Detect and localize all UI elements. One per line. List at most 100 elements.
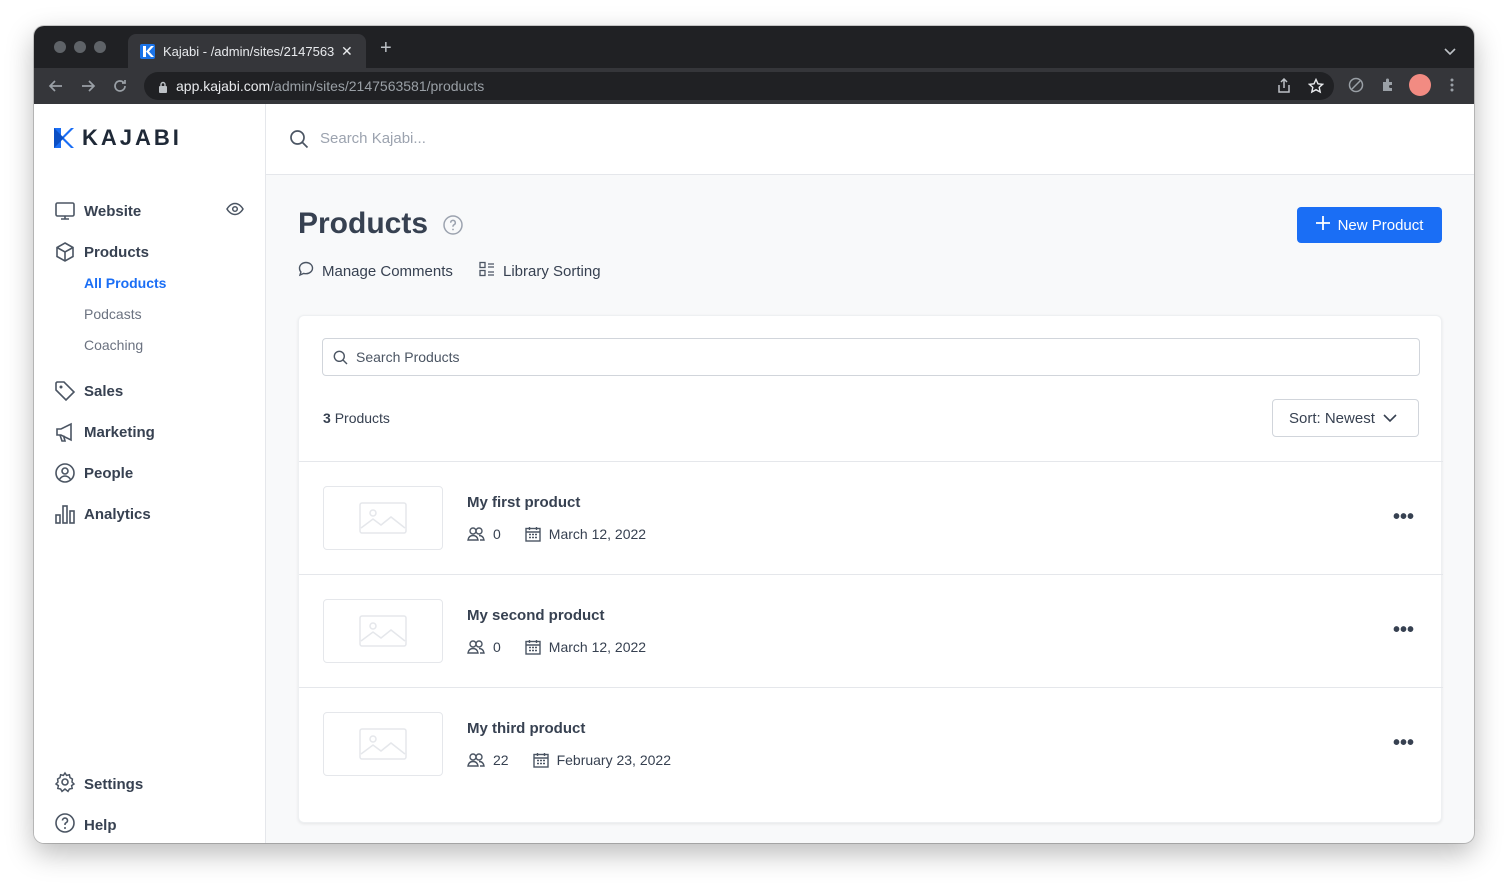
main-content: Search Kajabi... Products New Product Ma…	[266, 104, 1474, 843]
preview-eye-icon[interactable]	[226, 202, 244, 221]
product-title[interactable]: My first product	[467, 494, 580, 511]
users-icon	[467, 640, 485, 654]
users-icon	[467, 753, 485, 767]
sidebar-item-products[interactable]: Products	[54, 241, 149, 263]
tab-search-chevron-icon[interactable]	[1444, 43, 1456, 61]
browser-tab[interactable]: Kajabi - /admin/sites/2147563581 ✕	[128, 34, 366, 68]
profile-avatar[interactable]	[1409, 74, 1431, 96]
tag-icon	[54, 380, 76, 402]
sidebar-subitem-coaching[interactable]: Coaching	[84, 337, 143, 353]
search-icon	[289, 129, 309, 154]
product-count-number: 3	[323, 410, 331, 426]
browser-menu-icon[interactable]	[1450, 77, 1454, 98]
sort-label: Sort: Newest	[1289, 409, 1375, 427]
sidebar-subitem-podcasts[interactable]: Podcasts	[84, 306, 142, 322]
sidebar-item-marketing[interactable]: Marketing	[54, 421, 155, 443]
kajabi-app: KAJABI Website Products All Products Pod…	[34, 104, 1474, 843]
sidebar-item-label: People	[84, 464, 134, 482]
sidebar-item-label: Products	[84, 243, 150, 261]
sidebar-item-sales[interactable]: Sales	[54, 380, 123, 402]
bar-chart-icon	[54, 503, 76, 525]
global-search-bar[interactable]: Search Kajabi...	[266, 104, 1474, 175]
close-window-button[interactable]	[54, 41, 66, 53]
sidebar: KAJABI Website Products All Products Pod…	[34, 104, 266, 843]
product-row[interactable]: My second product 0 March 12, 2022 •••	[299, 574, 1443, 687]
extensions-puzzle-icon[interactable]	[1380, 77, 1396, 98]
sidebar-item-label: Analytics	[84, 505, 151, 523]
sidebar-subitem-all-products[interactable]: All Products	[84, 275, 166, 291]
library-sorting-link[interactable]: Library Sorting	[479, 261, 601, 281]
product-search-placeholder: Search Products	[356, 349, 460, 365]
calendar-icon	[525, 527, 541, 542]
sort-dropdown[interactable]: Sort: Newest	[1272, 399, 1419, 437]
user-circle-icon	[54, 462, 76, 484]
manage-comments-label: Manage Comments	[322, 262, 453, 280]
library-sorting-label: Library Sorting	[503, 262, 601, 280]
new-product-label: New Product	[1337, 216, 1424, 234]
help-circle-icon	[54, 812, 76, 839]
browser-window: Kajabi - /admin/sites/2147563581 ✕ + app…	[34, 26, 1474, 843]
comment-icon	[298, 261, 314, 281]
sidebar-item-label: Sales	[84, 382, 124, 400]
new-tab-icon[interactable]: +	[380, 38, 392, 58]
users-icon	[467, 527, 485, 541]
product-count: 3 Products	[323, 410, 390, 426]
plus-icon	[1315, 216, 1330, 234]
product-date: March 12, 2022	[548, 526, 647, 542]
address-bar[interactable]: app.kajabi.com/admin/sites/2147563581/pr…	[144, 72, 1334, 100]
product-title[interactable]: My second product	[467, 607, 605, 624]
product-thumbnail	[323, 712, 443, 776]
sidebar-item-people[interactable]: People	[54, 462, 133, 484]
kajabi-favicon-icon	[140, 44, 155, 59]
more-options-icon[interactable]: •••	[1393, 733, 1414, 753]
member-count: 0	[493, 526, 501, 542]
share-icon[interactable]	[1277, 77, 1291, 99]
manage-comments-link[interactable]: Manage Comments	[298, 261, 453, 281]
kajabi-logo[interactable]: KAJABI	[54, 125, 182, 151]
global-search-placeholder: Search Kajabi...	[320, 130, 426, 147]
sidebar-item-label: Marketing	[84, 423, 155, 441]
image-placeholder-icon	[359, 502, 407, 534]
zoom-window-button[interactable]	[94, 41, 106, 53]
more-options-icon[interactable]: •••	[1393, 620, 1414, 640]
product-title[interactable]: My third product	[467, 720, 585, 737]
monitor-icon	[54, 200, 76, 222]
image-placeholder-icon	[359, 728, 407, 760]
sidebar-item-help[interactable]: Help	[54, 812, 117, 839]
list-sort-icon	[479, 261, 495, 281]
product-meta: 0 March 12, 2022	[467, 526, 646, 542]
minimize-window-button[interactable]	[74, 41, 86, 53]
product-row[interactable]: My third product 22 February 23, 2022 ••…	[299, 687, 1443, 800]
product-row[interactable]: My first product 0 March 12, 2022 •••	[299, 461, 1443, 574]
product-search-input[interactable]: Search Products	[322, 338, 1420, 376]
box-icon	[54, 241, 76, 263]
extension-blocker-icon[interactable]	[1348, 77, 1364, 98]
browser-tab-bar: Kajabi - /admin/sites/2147563581 ✕ +	[34, 26, 1474, 68]
back-arrow-icon[interactable]	[48, 78, 64, 99]
sidebar-item-analytics[interactable]: Analytics	[54, 503, 151, 525]
calendar-icon	[532, 753, 549, 768]
megaphone-icon	[54, 421, 76, 443]
help-question-icon[interactable]	[443, 215, 463, 240]
product-meta: 22 February 23, 2022	[467, 752, 671, 768]
sidebar-item-label: Help	[84, 817, 117, 834]
sidebar-item-website[interactable]: Website	[54, 200, 141, 222]
kajabi-logo-icon	[54, 128, 74, 148]
image-placeholder-icon	[359, 615, 407, 647]
new-product-button[interactable]: New Product	[1297, 207, 1442, 243]
more-options-icon[interactable]: •••	[1393, 507, 1414, 527]
product-thumbnail	[323, 599, 443, 663]
sidebar-item-label: Settings	[84, 776, 144, 793]
tab-close-icon[interactable]: ✕	[341, 43, 353, 59]
gear-icon	[54, 771, 76, 798]
forward-arrow-icon[interactable]	[80, 78, 96, 99]
lock-icon	[158, 80, 168, 98]
url-text: app.kajabi.com/admin/sites/2147563581/pr…	[176, 78, 485, 94]
sidebar-item-settings[interactable]: Settings	[54, 771, 143, 798]
chevron-down-icon	[1383, 410, 1397, 427]
page-title: Products	[298, 207, 429, 240]
product-meta: 0 March 12, 2022	[467, 639, 646, 655]
search-icon	[333, 350, 348, 370]
bookmark-star-icon[interactable]	[1307, 77, 1325, 99]
reload-icon[interactable]	[112, 78, 128, 99]
